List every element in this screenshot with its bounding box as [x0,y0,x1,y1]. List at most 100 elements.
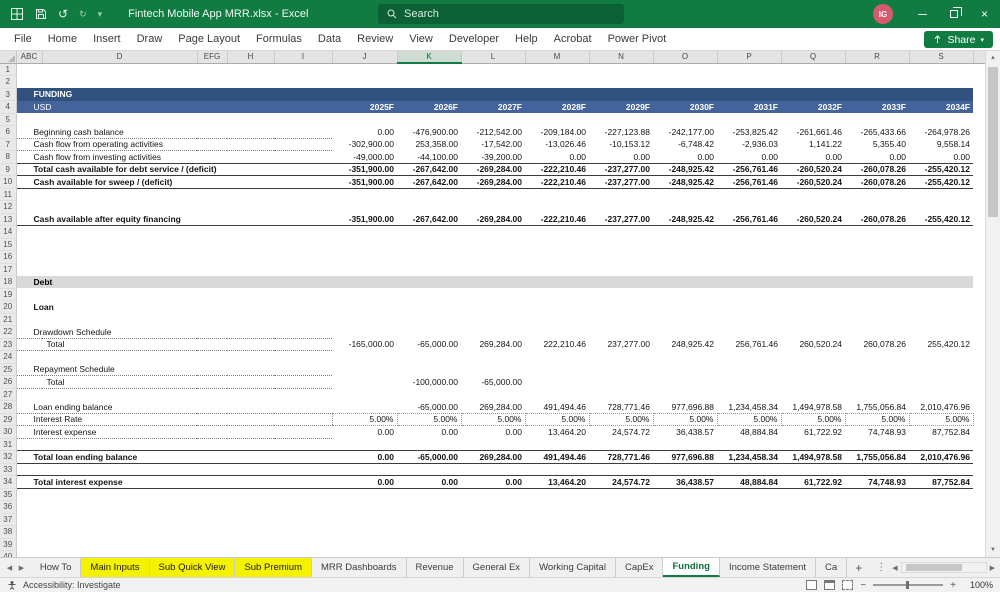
cell[interactable]: 0.00 [332,426,397,439]
cell[interactable]: 2032F [781,100,845,113]
cell[interactable]: Loan [16,301,332,314]
column-header-abc[interactable]: ABC [16,51,43,64]
row-header[interactable]: 1 [0,63,17,76]
cell[interactable]: -351,900.00 [332,213,397,226]
row-header[interactable]: 14 [0,225,17,239]
ribbon-tab-insert[interactable]: Insert [85,28,129,50]
cell[interactable]: 2029F [589,100,653,113]
row-header[interactable]: 24 [0,350,17,364]
column-header-d[interactable]: D [42,51,198,64]
cell[interactable]: -227,123.88 [589,126,653,139]
row-header[interactable]: 7 [0,138,17,151]
cell[interactable]: 237,277.00 [589,338,653,351]
cell[interactable] [973,125,985,138]
cell[interactable]: Total [16,375,332,389]
cell[interactable]: 2034F [909,100,973,113]
ribbon-tab-view[interactable]: View [401,28,441,50]
ribbon-tab-power-pivot[interactable]: Power Pivot [600,28,675,50]
cell[interactable] [973,413,985,426]
cell[interactable]: 222,210.46 [525,338,589,351]
cell[interactable]: -165,000.00 [332,338,397,351]
row-header[interactable]: 21 [0,313,17,326]
cell[interactable]: 2027F [461,100,525,113]
cell[interactable]: 269,284.00 [461,338,525,351]
cell[interactable] [16,388,973,401]
row-header[interactable]: 38 [0,525,17,539]
cell[interactable] [16,501,973,514]
row-header[interactable]: 34 [0,475,17,489]
redo-icon[interactable]: ↻ [79,9,87,19]
horizontal-scrollbar[interactable]: ◀ ▶ [892,558,1000,577]
close-button[interactable]: × [969,0,1000,28]
cell[interactable]: 248,925.42 [653,338,717,351]
cell[interactable]: -255,420.12 [909,162,973,176]
cell[interactable] [973,188,985,201]
column-header-efg[interactable]: EFG [197,51,228,64]
cell[interactable]: 0.00 [717,151,781,164]
column-header-o[interactable]: O [653,51,718,64]
cell[interactable]: -248,925.42 [653,213,717,226]
cell[interactable]: -65,000.00 [397,401,461,414]
zoom-slider-thumb[interactable] [906,581,910,589]
row-header[interactable]: 33 [0,463,17,476]
cell[interactable] [16,76,973,89]
cell[interactable]: 1,494,978.58 [781,401,845,414]
sheet-tab-capex[interactable]: CapEx [615,558,664,577]
vertical-scrollbar[interactable]: ▲ ▼ [985,51,1000,557]
cell[interactable] [973,225,985,238]
cell[interactable] [973,213,985,226]
row-header[interactable]: 10 [0,175,17,189]
cell[interactable]: -10,153.12 [589,138,653,151]
cell[interactable]: 24,574.72 [589,475,653,489]
row-header[interactable]: 8 [0,150,17,164]
column-header-h[interactable]: H [227,51,275,64]
hscroll-thumb[interactable] [905,564,962,571]
cell[interactable] [973,113,985,126]
cell[interactable]: -260,078.26 [845,213,909,226]
undo-icon[interactable]: ↺ [58,8,68,20]
column-header-p[interactable]: P [717,51,782,64]
cell[interactable]: 0.00 [461,426,525,439]
cell[interactable]: -269,284.00 [461,162,525,176]
cell[interactable] [332,363,973,376]
row-header[interactable]: 22 [0,325,17,339]
zoom-level[interactable]: 100% [963,580,993,590]
cell[interactable]: 0.00 [332,126,397,139]
row-header[interactable]: 23 [0,338,17,351]
cell[interactable]: Cash flow from investing activities [16,150,332,164]
zoom-in-icon[interactable]: + [950,580,956,591]
cell[interactable] [973,513,985,526]
column-header-r[interactable]: R [845,51,910,64]
zoom-out-icon[interactable]: − [860,580,866,591]
row-header[interactable]: 31 [0,438,17,451]
cell[interactable]: Interest expense [16,425,332,439]
cell[interactable] [16,351,973,364]
ribbon-tab-page-layout[interactable]: Page Layout [170,28,248,50]
column-header-n[interactable]: N [589,51,654,64]
cell[interactable]: 48,884.84 [717,475,781,489]
cell[interactable] [16,263,973,276]
cell[interactable] [973,550,985,557]
zoom-slider[interactable] [873,581,944,589]
cell[interactable] [332,401,397,414]
row-header[interactable]: 28 [0,400,17,414]
cell[interactable]: 1,494,978.58 [781,450,845,464]
row-header[interactable]: 37 [0,513,17,526]
new-sheet-button[interactable]: + [847,558,870,577]
hscroll-right-icon[interactable]: ▶ [990,564,995,572]
cell[interactable]: -260,078.26 [845,175,909,189]
sheet-tab-mrr-dashboards[interactable]: MRR Dashboards [312,558,407,577]
column-header-l[interactable]: L [461,51,526,64]
cell[interactable] [973,300,985,313]
cell[interactable] [16,113,973,126]
row-header[interactable]: 39 [0,538,17,551]
cell[interactable] [973,525,985,538]
cell[interactable]: -39,200.00 [461,151,525,164]
cell[interactable]: 1,755,056.84 [845,401,909,414]
cell[interactable] [973,325,985,338]
cell[interactable]: 2028F [525,100,589,113]
cell[interactable]: -267,642.00 [397,175,461,189]
cell[interactable]: -222,210.46 [525,162,589,176]
cell[interactable]: -242,177.00 [653,126,717,139]
cell[interactable]: -222,210.46 [525,175,589,189]
